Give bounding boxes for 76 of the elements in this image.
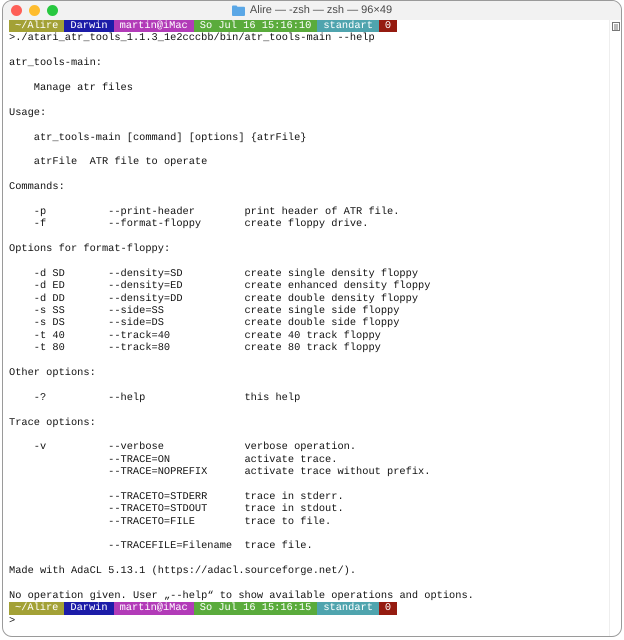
option-name: --verbose [108,441,164,454]
terminal-line: > [9,614,16,628]
option-description: activate trace without prefix. [244,466,430,478]
option-name: --density=DD [108,292,183,305]
window-title: Alire — -zsh — zsh — 96×49 [250,3,392,18]
prompt-segment: So Jul 16 15:16:10 [194,20,318,32]
option-name: --track=80 [108,342,170,354]
option-description: trace to file. [244,516,332,528]
short-option-text: -t 40 [34,330,65,342]
option-name: --TRACE=ON [108,454,170,466]
terminal-line: atr_tools-main [command] [options] {atrFile} [32,132,306,144]
option-description: verbose operation. [244,441,356,454]
prompt-segment: martin@iMac [114,20,194,32]
close-button[interactable] [11,5,22,16]
short-option-text: -s SS [34,304,65,317]
terminal-line: No operation given. User „--help“ to show available operations and options. [9,590,474,602]
prompt-segment: Darwin [64,602,114,615]
terminal-line: Usage: [9,106,46,120]
short-option-text: -s DS [34,317,65,330]
prompt-segment: standart [317,20,379,32]
short-option-text: -p [34,206,46,218]
option-description: create 40 track floppy [244,330,381,342]
terminal-line: atr_tools-main: [9,57,102,70]
short-option-text: -d SD [34,268,65,280]
terminal-line: >./atari_atr_tools_1.1.3_1e2cccbb/bin/atr_tools-main --help [9,32,375,45]
short-option-text: -v [34,441,46,454]
option-description: print header of ATR file. [244,206,400,218]
option-name: --help [108,392,146,404]
option-description: trace in stderr. [244,490,344,504]
terminal-line: Options for format-floppy: [9,243,170,256]
prompt-segment: So Jul 16 15:16:15 [194,602,318,615]
short-option-text: -? [34,392,46,404]
minimize-button[interactable] [29,5,40,16]
option-name: --TRACETO=FILE [108,516,195,528]
option-name: --print-header [108,206,195,218]
option-description: create floppy drive. [244,218,368,231]
terminal-line: Trace options: [9,416,96,429]
option-description: trace in stdout. [244,503,344,516]
short-option-text: -d DD [34,292,65,305]
option-description: create single side floppy [244,304,400,318]
option-description: activate trace. [244,454,338,466]
option-description: create double side floppy [244,317,400,330]
terminal-line: Manage atr files [32,82,133,94]
option-description: create single density floppy [244,268,418,280]
prompt-segment: ~/Alire [9,602,64,615]
option-name: --TRACETO=STDERR [108,490,208,503]
prompt-segment: 0 [378,602,398,615]
short-option-text: -f [34,218,46,230]
option-name: --density=SD [108,268,183,280]
option-name: --TRACE=NOPREFIX [108,466,208,478]
option-description: create double density floppy [244,292,418,305]
option-name: --track=40 [108,330,170,342]
scroll-marker-icon [612,22,620,31]
option-name: --TRACEFILE=Filename [108,540,232,552]
option-name: --TRACETO=STDOUT [108,503,208,516]
prompt-segment: standart [317,602,379,615]
prompt-segment: ~/Alire [9,20,64,32]
prompt-segment: martin@iMac [114,602,194,615]
short-option-text: -d ED [34,280,65,292]
option-description: this help [244,392,300,404]
option-description: create enhanced density floppy [244,280,430,293]
option-description: create 80 track floppy [244,342,381,355]
terminal-line: Made with AdaCL 5.13.1 (https://adacl.sourceforge.net/). [9,565,356,578]
option-name: --side=SS [108,304,164,317]
folder-icon [232,5,245,16]
option-name: --format-floppy [108,218,202,230]
prompt-segment: 0 [378,20,398,32]
terminal-line: Commands: [9,181,65,194]
terminal-line: Other options: [9,366,96,380]
prompt-segment: Darwin [64,20,114,32]
terminal-line: atrFile ATR file to operate [32,156,208,169]
short-option-text: -t 80 [34,342,65,354]
option-name: --density=ED [108,280,183,292]
zoom-button[interactable] [47,5,58,16]
option-description: trace file. [244,540,313,553]
option-name: --side=DS [108,317,164,330]
